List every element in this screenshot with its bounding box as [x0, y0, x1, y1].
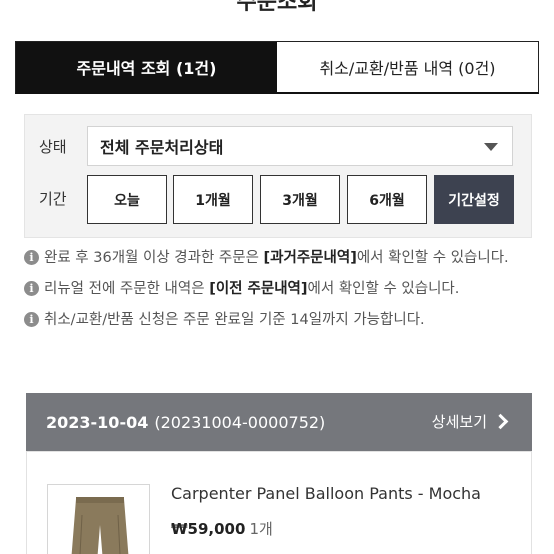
order-notice-list: i 완료 후 36개월 이상 경과한 주문은 [과거주문내역]에서 확인할 수 …	[22, 246, 542, 339]
previous-orders-link[interactable]: [이전 주문내역]	[209, 281, 307, 297]
order-date: 2023-10-04	[46, 412, 149, 432]
status-select-value: 전체 주문처리상태	[100, 138, 224, 157]
caret-down-icon	[484, 143, 498, 151]
product-thumbnail[interactable]	[47, 484, 150, 554]
product-name[interactable]: Carpenter Panel Balloon Pants - Mocha	[171, 484, 481, 503]
past-orders-link[interactable]: [과거주문내역]	[264, 250, 357, 266]
period-label: 기간	[39, 190, 67, 208]
product-quantity: 1개	[249, 520, 273, 538]
page-title: 주문조회	[236, 0, 318, 15]
order-detail-link[interactable]: 상세보기	[431, 411, 509, 432]
chevron-right-icon	[492, 413, 509, 430]
info-icon: i	[24, 312, 39, 327]
info-icon: i	[24, 250, 39, 265]
status-select[interactable]: 전체 주문처리상태	[87, 126, 513, 166]
info-icon: i	[24, 281, 39, 296]
status-label: 상태	[39, 138, 67, 156]
product-price-row: ₩59,000 1개	[171, 518, 273, 539]
tab-cancel-exchange-return[interactable]: 취소/교환/반품 내역 (0건)	[277, 42, 538, 92]
period-today-button[interactable]: 오늘	[87, 175, 167, 224]
product-price: ₩59,000	[171, 520, 246, 538]
period-6month-button[interactable]: 6개월	[347, 175, 427, 224]
custom-period-button[interactable]: 기간설정	[434, 175, 514, 224]
order-detail-label: 상세보기	[431, 413, 487, 431]
order-tabs: 주문내역 조회 (1건) 취소/교환/반품 내역 (0건)	[15, 41, 539, 94]
period-1month-button[interactable]: 1개월	[173, 175, 253, 224]
notice-item: i 취소/교환/반품 신청은 주문 완료일 기준 14일까지 가능합니다.	[22, 308, 542, 332]
notice-item: i 리뉴얼 전에 주문한 내역은 [이전 주문내역]에서 확인할 수 있습니다.	[22, 277, 542, 301]
notice-item: i 완료 후 36개월 이상 경과한 주문은 [과거주문내역]에서 확인할 수 …	[22, 246, 542, 270]
tab-order-history[interactable]: 주문내역 조회 (1건)	[16, 42, 277, 92]
pants-image	[48, 485, 149, 554]
order-filter-panel: 상태 전체 주문처리상태 기간 오늘 1개월 3개월 6개월 기간설정	[24, 114, 532, 238]
order-item: Carpenter Panel Balloon Pants - Mocha ₩5…	[26, 451, 532, 554]
order-header: 2023-10-04 (20231004-0000752) 상세보기	[26, 393, 532, 451]
period-3month-button[interactable]: 3개월	[260, 175, 340, 224]
order-number: (20231004-0000752)	[154, 412, 326, 432]
